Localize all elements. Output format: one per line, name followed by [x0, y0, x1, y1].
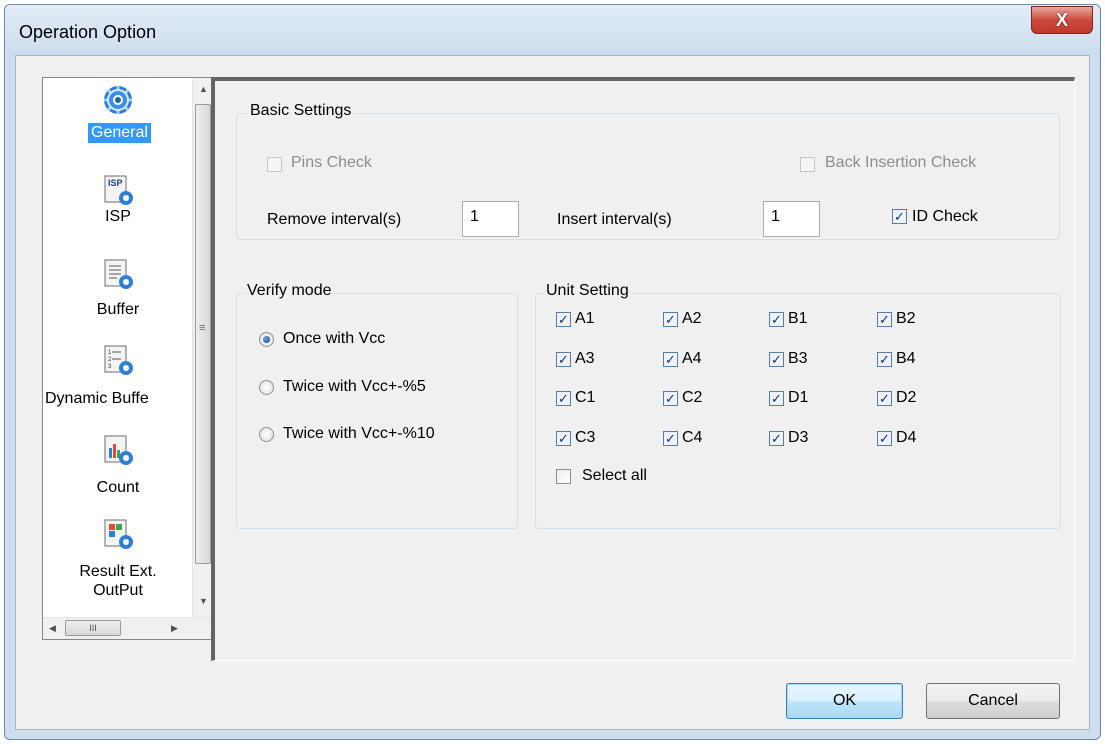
- back-insertion-check-checkbox[interactable]: [800, 157, 815, 172]
- unit-b3-label: B3: [788, 350, 808, 367]
- unit-c4-checkbox[interactable]: ✓: [663, 431, 678, 446]
- unit-c2-checkbox[interactable]: ✓: [663, 391, 678, 406]
- unit-d1-checkbox[interactable]: ✓: [769, 391, 784, 406]
- insert-interval-label: Insert interval(s): [557, 211, 672, 228]
- verify-mode-group: Verify mode Once with Vcc Twice with Vcc…: [236, 282, 518, 529]
- verify-once-label: Once with Vcc: [283, 330, 386, 347]
- unit-b2-checkbox[interactable]: ✓: [877, 312, 892, 327]
- unit-a4-label: A4: [682, 350, 702, 367]
- unit-b2-label: B2: [896, 310, 916, 327]
- basic-settings-group: Basic Settings Pins Check Back Insertion…: [236, 102, 1060, 240]
- cancel-button[interactable]: Cancel: [926, 683, 1060, 719]
- close-button[interactable]: X: [1031, 6, 1093, 34]
- unit-a4-checkbox[interactable]: ✓: [663, 352, 678, 367]
- dynamic-buffer-icon: 123: [104, 345, 133, 375]
- nav-label-result-ext: Result Ext.: [79, 563, 157, 580]
- verify-twice-5-radio[interactable]: [259, 380, 274, 395]
- unit-a1-label: A1: [575, 310, 595, 327]
- nav-label-output: OutPut: [93, 582, 143, 599]
- nav-label-buffer: Buffer: [96, 301, 140, 318]
- window-title: Operation Option: [19, 22, 157, 42]
- unit-d3-checkbox[interactable]: ✓: [769, 431, 784, 446]
- operation-option-dialog: Operation Option X General ISP ISP Buffe…: [4, 4, 1101, 740]
- category-list: General ISP ISP Buffer 1 2 3 Dynamic Buf…: [42, 77, 215, 640]
- unit-b1-checkbox[interactable]: ✓: [769, 312, 784, 327]
- scroll-left-arrow-icon[interactable]: ◀: [49, 623, 56, 634]
- scroll-right-arrow-icon[interactable]: ▶: [171, 623, 178, 634]
- dialog-client-area: General ISP ISP Buffer 1 2 3 Dynamic Buf…: [15, 55, 1090, 730]
- verify-mode-title: Verify mode: [244, 282, 335, 300]
- unit-a3-checkbox[interactable]: ✓: [556, 352, 571, 367]
- unit-c3-checkbox[interactable]: ✓: [556, 431, 571, 446]
- unit-a3-label: A3: [575, 350, 595, 367]
- horizontal-scrollbar[interactable]: ◀ III ▶: [43, 617, 214, 639]
- ok-button[interactable]: OK: [786, 683, 903, 719]
- settings-panel: Basic Settings Pins Check Back Insertion…: [211, 77, 1075, 661]
- unit-a2-label: A2: [682, 310, 702, 327]
- buffer-icon: [104, 259, 133, 289]
- unit-c2-label: C2: [682, 389, 703, 406]
- vertical-grip-icon: ≡: [199, 322, 206, 334]
- horizontal-scroll-thumb[interactable]: III: [65, 620, 121, 636]
- insert-interval-input[interactable]: 1: [763, 201, 820, 237]
- unit-b4-checkbox[interactable]: ✓: [877, 352, 892, 367]
- unit-b4-label: B4: [896, 350, 916, 367]
- unit-setting-group: Unit Setting ✓ A1 ✓ A2 ✓ B1 ✓ B2 ✓ A3 ✓ …: [535, 282, 1061, 529]
- back-insertion-check-label: Back Insertion Check: [825, 154, 977, 171]
- unit-b3-checkbox[interactable]: ✓: [769, 352, 784, 367]
- title-bar: Operation Option X: [5, 5, 1100, 55]
- unit-c4-label: C4: [682, 429, 703, 446]
- nav-label-count: Count: [96, 479, 140, 496]
- scroll-up-arrow-icon[interactable]: ▲: [199, 84, 208, 94]
- basic-settings-title: Basic Settings: [247, 102, 355, 120]
- nav-label-general: General: [88, 123, 151, 143]
- unit-setting-title: Unit Setting: [543, 282, 632, 300]
- verify-twice-10-radio[interactable]: [259, 427, 274, 442]
- unit-c1-checkbox[interactable]: ✓: [556, 391, 571, 406]
- pins-check-checkbox[interactable]: [267, 157, 282, 172]
- count-icon: [104, 435, 133, 465]
- scroll-down-arrow-icon[interactable]: ▼: [199, 596, 208, 606]
- verify-twice-5-label: Twice with Vcc+-%5: [283, 378, 426, 395]
- nav-label-dynamic-buffer: Dynamic Buffe: [45, 390, 149, 407]
- result-output-icon: [104, 519, 133, 549]
- verify-twice-10-label: Twice with Vcc+-%10: [283, 425, 435, 442]
- select-all-label: Select all: [582, 467, 647, 484]
- unit-d4-label: D4: [896, 429, 917, 446]
- unit-d1-label: D1: [788, 389, 809, 406]
- remove-interval-input[interactable]: 1: [462, 201, 519, 237]
- pins-check-label: Pins Check: [291, 154, 372, 171]
- verify-once-radio[interactable]: [259, 332, 274, 347]
- unit-c3-label: C3: [575, 429, 596, 446]
- gear-icon: [104, 86, 132, 114]
- unit-c1-label: C1: [575, 389, 596, 406]
- vertical-scroll-thumb[interactable]: ≡: [195, 104, 211, 564]
- remove-interval-label: Remove interval(s): [267, 211, 402, 228]
- unit-b1-label: B1: [788, 310, 808, 327]
- unit-d4-checkbox[interactable]: ✓: [877, 431, 892, 446]
- id-check-checkbox[interactable]: ✓: [892, 209, 907, 224]
- isp-badge: ISP: [108, 178, 123, 188]
- nav-label-isp: ISP: [105, 208, 131, 225]
- id-check-label: ID Check: [912, 208, 978, 225]
- unit-a1-checkbox[interactable]: ✓: [556, 312, 571, 327]
- unit-a2-checkbox[interactable]: ✓: [663, 312, 678, 327]
- unit-d3-label: D3: [788, 429, 809, 446]
- select-all-checkbox[interactable]: [556, 469, 571, 484]
- unit-d2-label: D2: [896, 389, 917, 406]
- unit-d2-checkbox[interactable]: ✓: [877, 391, 892, 406]
